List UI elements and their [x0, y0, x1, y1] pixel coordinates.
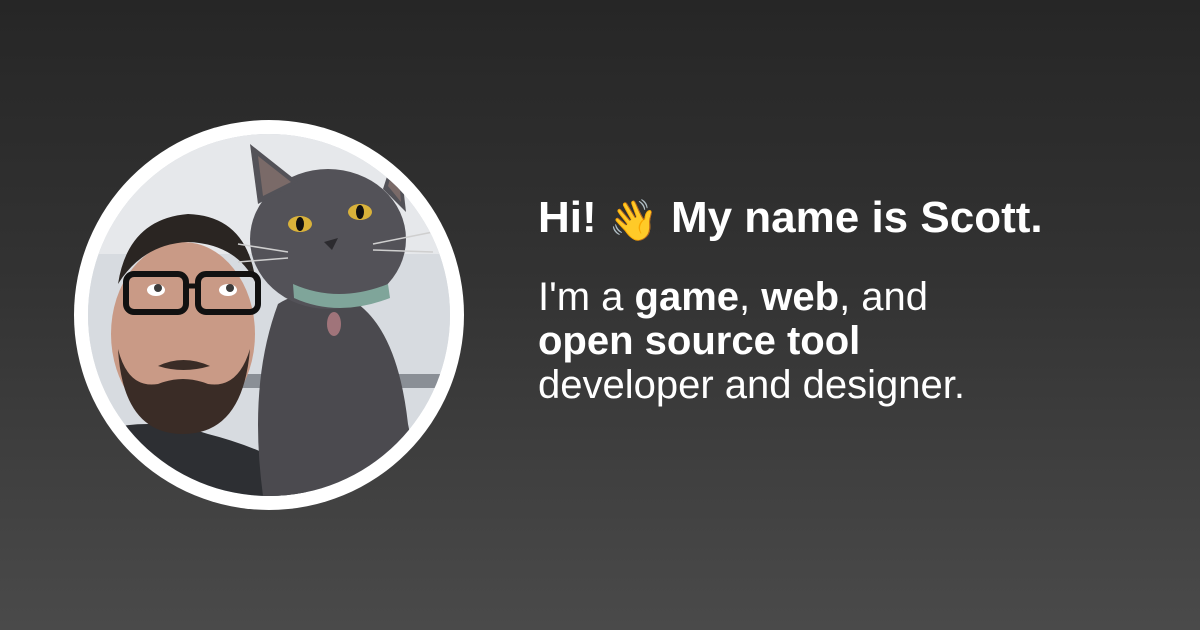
bio-text-2: ,	[739, 275, 762, 319]
bio-line-3: developer and designer.	[538, 363, 965, 407]
bio-text-1: I'm a	[538, 275, 635, 319]
waving-hand-icon: 👋	[608, 198, 659, 244]
bio-line-2: open source tool	[538, 319, 1158, 363]
bio-text: I'm a game, web, and open source tool de…	[538, 275, 1158, 407]
bio-strong-web: web	[761, 275, 840, 319]
avatar	[88, 134, 450, 496]
intro-text: Hi! 👋 My name is Scott. I'm a game, web,…	[538, 188, 1158, 407]
profile-card: Hi! 👋 My name is Scott. I'm a game, web,…	[0, 0, 1200, 630]
avatar-ring	[74, 120, 464, 510]
greeting-pre: Hi!	[538, 193, 597, 242]
greeting-heading: Hi! 👋 My name is Scott.	[538, 188, 1158, 251]
bio-strong-game: game	[634, 275, 740, 319]
avatar-photo-icon	[88, 134, 450, 496]
bio-line-1: I'm a game, web, and	[538, 275, 1158, 319]
bio-text-3: , and	[839, 275, 929, 319]
bio-strong-open-source-tool: open source tool	[538, 319, 861, 363]
greeting-post: My name is Scott.	[670, 193, 1043, 242]
